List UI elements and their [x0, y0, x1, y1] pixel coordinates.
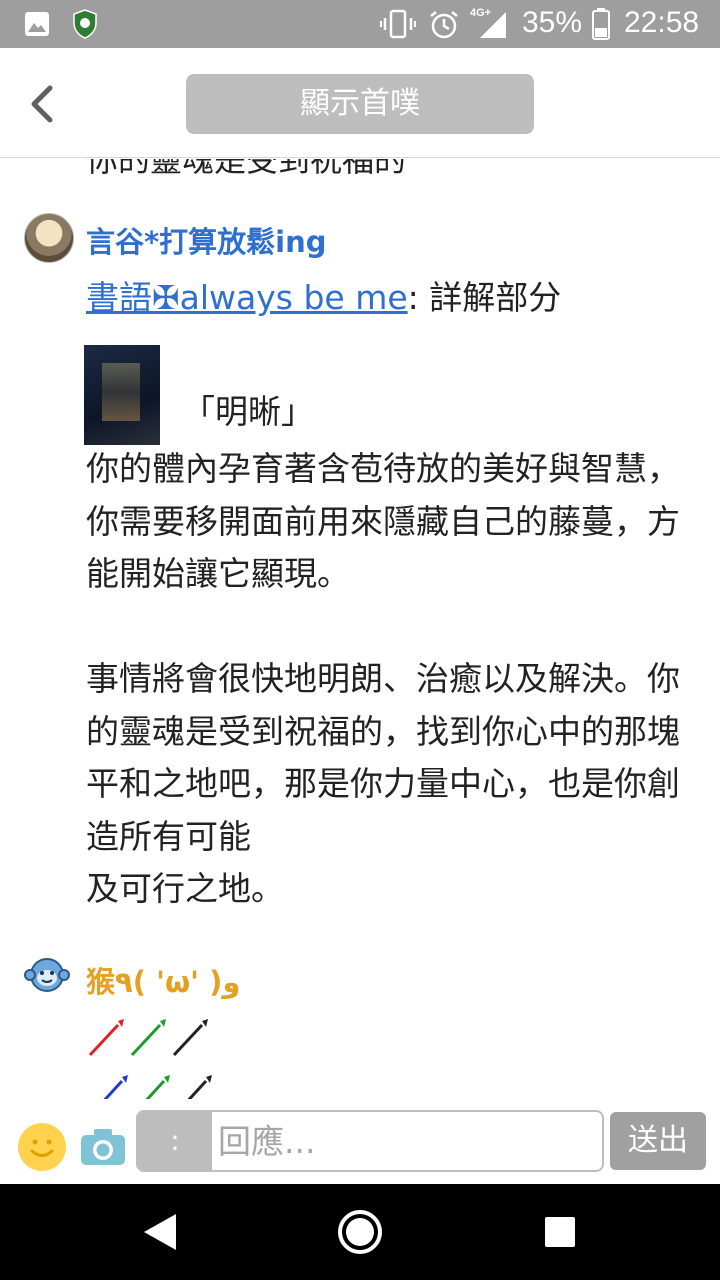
mention-suffix: : 詳解部分 [407, 278, 562, 317]
battery-icon [592, 8, 610, 40]
gallery-icon [25, 12, 49, 36]
status-bar: 4G+ 35% 22:58 [0, 0, 720, 48]
mention-link[interactable]: 書語✠always be me [86, 278, 408, 317]
app-root: 4G+ 35% 22:58 顯示首噗 你的靈魂是受到祝福的 言谷*打算放鬆ing… [0, 0, 720, 1280]
send-button[interactable]: 送出 [610, 1112, 706, 1170]
previous-response-cut-text: 你的靈魂是受到祝福的 [86, 159, 407, 179]
battery-percent: 35% [522, 6, 583, 39]
shield-app-icon [73, 9, 97, 39]
nav-recents-icon[interactable] [544, 1216, 576, 1248]
clock: 22:58 [624, 6, 700, 39]
sticker-arrows-icon [88, 1019, 212, 1099]
thread-header: 顯示首噗 [0, 48, 720, 158]
system-nav-bar [0, 1184, 720, 1280]
show-first-plurk-button[interactable]: 顯示首噗 [186, 74, 534, 134]
nav-home-icon[interactable] [337, 1209, 383, 1255]
next-response-username[interactable]: 猴٩( 'ω' )و [86, 959, 240, 1001]
tarot-card-image[interactable] [84, 345, 160, 445]
reply-bar: : 送出 [0, 1099, 720, 1184]
alarm-icon [430, 11, 458, 39]
reply-input[interactable] [218, 1112, 598, 1170]
vibrate-icon [380, 9, 416, 39]
response-mention-line: 書語✠always be me: 詳解部分 [86, 271, 561, 319]
reply-input-box: : [136, 1110, 604, 1172]
emoji-icon[interactable] [18, 1123, 66, 1171]
signal-icon [480, 12, 506, 38]
camera-icon[interactable] [80, 1127, 126, 1167]
avatar[interactable] [24, 213, 74, 263]
nav-back-icon[interactable] [140, 1212, 180, 1252]
response-body: 你的體內孕育著含苞待放的美好與智慧，你需要移開面前用來隱藏自己的藤蔓，方能開始讓… [86, 449, 680, 908]
qualifier-selector[interactable]: : [138, 1112, 212, 1170]
card-title: 「明晰」 [182, 392, 314, 431]
response-username[interactable]: 言谷*打算放鬆ing [86, 219, 327, 261]
back-arrow-icon[interactable] [22, 82, 62, 126]
monkey-avatar-icon[interactable] [24, 955, 70, 993]
responses-list[interactable]: 你的靈魂是受到祝福的 言谷*打算放鬆ing 書語✠always be me: 詳… [0, 159, 720, 1099]
